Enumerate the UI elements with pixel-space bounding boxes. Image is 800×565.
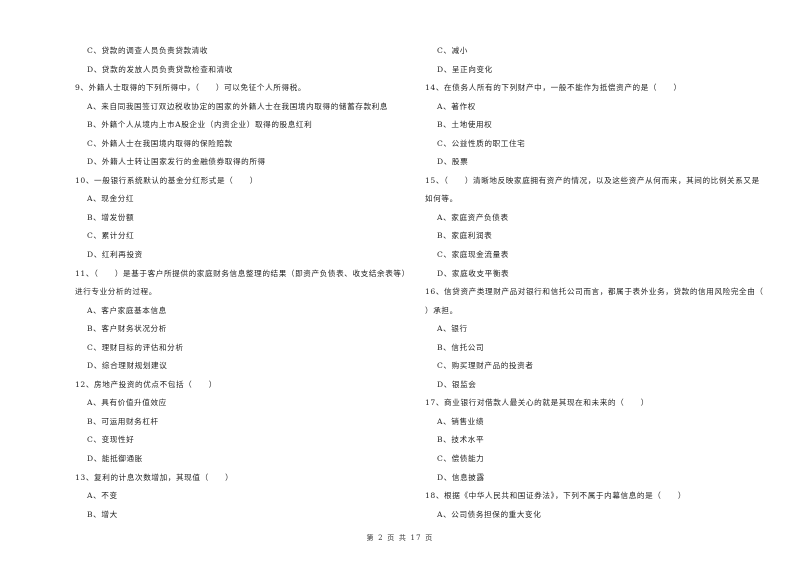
answer-option: D、综合理财规划建议 xyxy=(87,361,168,371)
answer-option: C、偿债能力 xyxy=(437,454,485,464)
answer-option: B、信托公司 xyxy=(437,342,485,352)
question-text: 9、外籍人士取得的下列所得中，（ ）可以免征个人所得税。 xyxy=(75,83,307,93)
answer-option: C、减小 xyxy=(437,46,468,55)
answer-option: D、贷款的发放人员负责贷款检查和清收 xyxy=(87,64,233,74)
answer-option: D、能抵御通胀 xyxy=(87,454,143,464)
answer-option: C、理财目标的评估和分析 xyxy=(87,342,184,352)
question-text: 15、（ ）清晰地反映家庭拥有资产的情况，以及这些资产从何而来，其间的比例关系又… xyxy=(425,175,760,185)
answer-option: D、信息披露 xyxy=(437,472,485,482)
answer-option: A、不变 xyxy=(87,491,118,501)
question-text: 16、信贷资产类理财产品对银行和信托公司而言，都属于表外业务，贷款的信用风险完全… xyxy=(425,287,764,297)
answer-option: B、家庭利润表 xyxy=(437,231,493,241)
answer-option: B、外籍个人从境内上市A股企业（内资企业）取得的股息红利 xyxy=(87,120,313,130)
question-text: 12、房地产投资的优点不包括（ ） xyxy=(75,379,217,389)
answer-option: B、土地使用权 xyxy=(437,120,493,130)
answer-option: D、股票 xyxy=(437,157,469,167)
answer-option: D、家庭收支平衡表 xyxy=(437,268,510,278)
answer-option: A、客户家庭基本信息 xyxy=(87,305,167,315)
answer-option: C、公益性质的职工住宅 xyxy=(437,138,526,148)
answer-option: A、来自同我国签订双边税收协定的国家的外籍人士在我国境内取得的储蓄存款利息 xyxy=(87,101,389,111)
answer-option: C、外籍人士在我国境内取得的保险赔款 xyxy=(87,138,233,148)
answer-option: B、增发份额 xyxy=(87,212,135,222)
question-text: 13、复利的计息次数增加，其现值（ ） xyxy=(75,472,234,482)
answer-option: B、可运用财务杠杆 xyxy=(87,416,159,426)
question-text: 10、一般银行系统默认的基金分红形式是（ ） xyxy=(75,175,258,185)
answer-option: A、著作权 xyxy=(437,101,476,111)
answer-option: A、家庭资产负债表 xyxy=(437,212,509,222)
answer-option: D、外籍人士转让国家发行的金融债券取得的所得 xyxy=(87,157,266,167)
question-text: 11、（ ）是基于客户所提供的家庭财务信息整理的结果（即资产负债表、收支结余表等… xyxy=(75,268,410,278)
answer-option: A、现金分红 xyxy=(87,194,135,204)
question-text: 14、在债务人所有的下列财产中，一般不能作为抵偿资产的是（ ） xyxy=(425,83,682,93)
question-text: 18、根据《中华人民共和国证券法》，下列不属于内幕信息的是（ ） xyxy=(425,491,687,501)
answer-option: B、客户财务状况分析 xyxy=(87,324,167,334)
answer-option: D、红利再投资 xyxy=(87,250,143,260)
question-text: 进行专业分析的过程。 xyxy=(75,287,157,297)
answer-option: A、银行 xyxy=(437,324,468,334)
left-column: C、贷款的调查人员负责贷款清收 D、贷款的发放人员负责贷款检查和清收 9、外籍人士取… xyxy=(75,42,410,524)
answer-option: C、贷款的调查人员负责贷款清收 xyxy=(87,46,209,55)
right-column: C、减小 D、呈正向变化 14、在债务人所有的下列财产中，一般不能作为抵偿资产的是（… xyxy=(425,42,775,524)
answer-option: C、购买理财产品的投资者 xyxy=(437,361,534,371)
answer-option: A、具有价值升值效应 xyxy=(87,398,167,408)
answer-option: C、变现性好 xyxy=(87,435,135,445)
answer-option: B、技术水平 xyxy=(437,435,485,445)
answer-option: C、累计分红 xyxy=(87,231,135,241)
answer-option: B、增大 xyxy=(87,509,118,519)
question-text: 17、商业银行对借款人最关心的就是其现在和未来的（ ） xyxy=(425,398,649,408)
answer-option: D、银监会 xyxy=(437,379,477,389)
answer-option: D、呈正向变化 xyxy=(437,64,493,74)
answer-option: A、销售业绩 xyxy=(437,416,485,426)
question-text: 如何等。 xyxy=(425,194,458,204)
page-number: 第 2 页 共 17 页 xyxy=(366,534,434,542)
answer-option: A、公司债务担保的重大变化 xyxy=(437,509,542,519)
answer-option: C、家庭现金流量表 xyxy=(437,250,509,260)
question-text: ）承担。 xyxy=(425,305,458,315)
